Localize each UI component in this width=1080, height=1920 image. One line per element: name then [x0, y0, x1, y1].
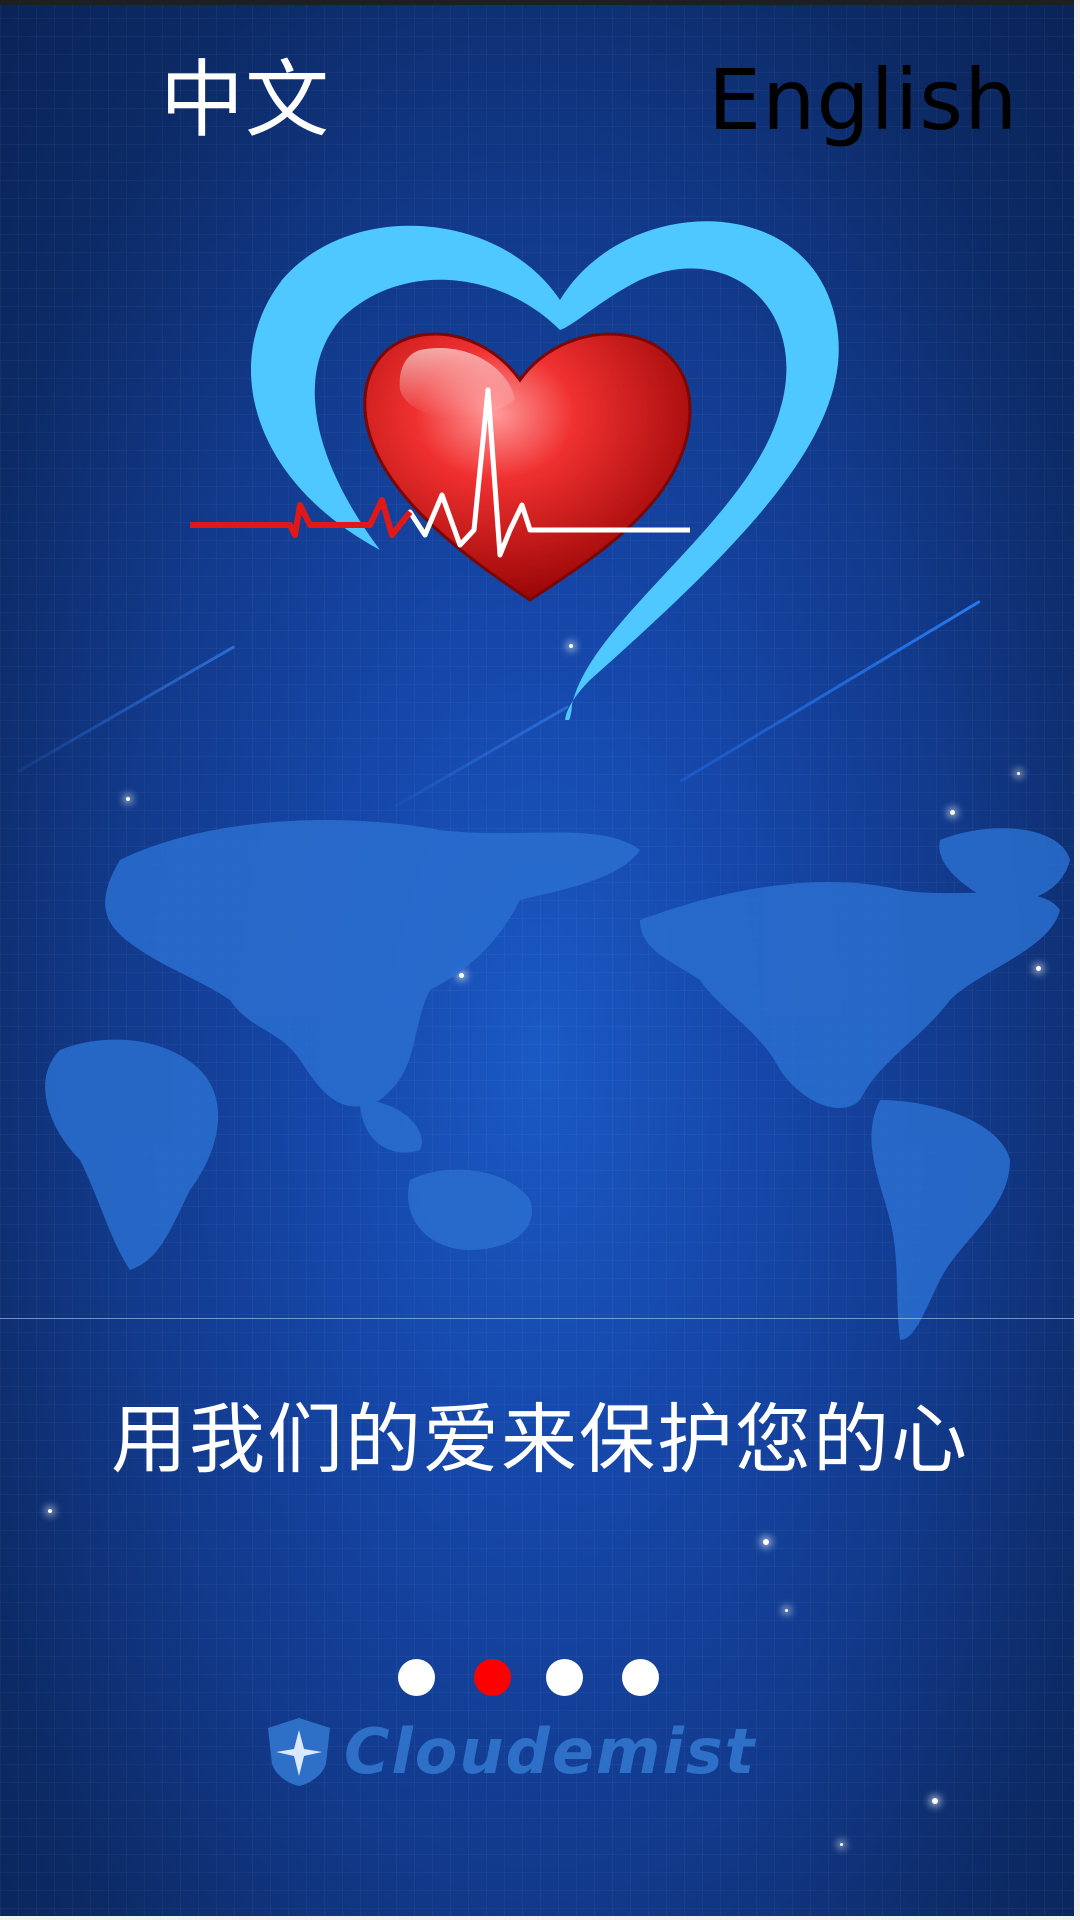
bottom-border — [0, 1916, 1080, 1920]
slide-slogan: 用我们的爱来保护您的心 — [111, 1395, 969, 1484]
page-dot-2[interactable] — [474, 1659, 511, 1696]
section-divider — [0, 1318, 1080, 1319]
page-dot-4[interactable] — [622, 1659, 659, 1696]
world-map-image — [45, 820, 1070, 1340]
page-dot-3[interactable] — [546, 1659, 583, 1696]
star — [48, 1509, 52, 1513]
top-border — [0, 0, 1080, 5]
heart-ecg-icon — [190, 221, 839, 720]
page-dot-1[interactable] — [398, 1659, 435, 1696]
star — [932, 1798, 938, 1804]
shield-compass-icon — [268, 1718, 330, 1786]
language-english-button[interactable]: English — [708, 50, 1018, 150]
star — [763, 1539, 769, 1545]
brand-logo: Cloudemist — [264, 1712, 824, 1792]
brand-name: Cloudemist — [344, 1715, 757, 1788]
star — [840, 1843, 843, 1846]
splash-screen: 中文 English 用我们的爱来保护您的心 Cloudemist — [0, 0, 1080, 1920]
page-indicator — [398, 1659, 698, 1699]
right-border — [1074, 0, 1080, 1920]
star — [785, 1609, 788, 1612]
star — [1017, 772, 1020, 775]
language-chinese-button[interactable]: 中文 — [160, 50, 330, 150]
